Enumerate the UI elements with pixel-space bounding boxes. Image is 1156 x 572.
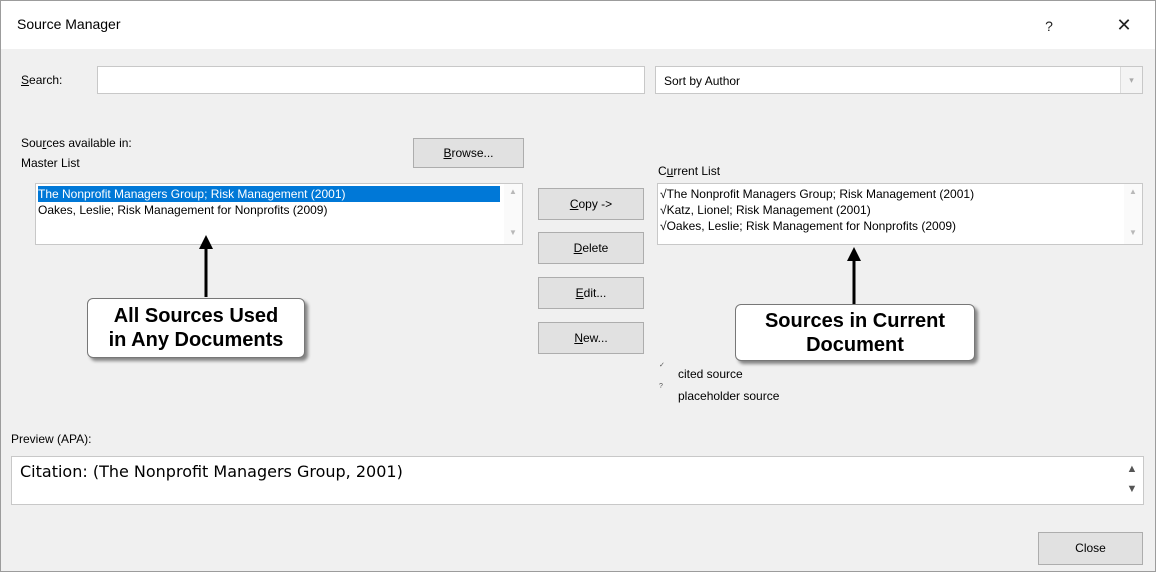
preview-label: Preview (APA): bbox=[11, 432, 92, 446]
master-list-scrollbar[interactable]: ▲ ▼ bbox=[504, 184, 522, 244]
current-list-scrollbar[interactable]: ▲ ▼ bbox=[1124, 184, 1142, 244]
delete-rest: elete bbox=[582, 241, 609, 255]
close-button[interactable]: Close bbox=[1038, 532, 1143, 565]
right-arrow-icon bbox=[847, 247, 861, 309]
legend-cited: cited source bbox=[678, 367, 743, 381]
master-list-item[interactable]: Oakes, Leslie; Risk Management for Nonpr… bbox=[38, 202, 327, 218]
scroll-down-icon[interactable]: ▼ bbox=[1121, 483, 1143, 495]
master-list-title: Master List bbox=[21, 156, 80, 170]
master-list[interactable]: The Nonprofit Managers Group; Risk Manag… bbox=[35, 183, 523, 245]
search-label-rest: earch: bbox=[29, 73, 63, 87]
copy-rest: opy -> bbox=[578, 197, 613, 211]
edit-accel: E bbox=[575, 286, 584, 300]
current-list-title: Current List bbox=[658, 164, 720, 178]
callout-right-line2: Document bbox=[806, 334, 904, 356]
scroll-up-icon[interactable]: ▲ bbox=[1121, 463, 1143, 475]
browse-button[interactable]: Browse... bbox=[413, 138, 524, 168]
copy-button[interactable]: Copy -> bbox=[538, 188, 644, 220]
sort-dropdown[interactable]: Sort by Author ▾ bbox=[655, 66, 1143, 94]
callout-current-sources: Sources in Current Document bbox=[735, 304, 975, 361]
new-button[interactable]: New... bbox=[538, 322, 644, 354]
delete-accel: D bbox=[573, 241, 583, 255]
edit-rest: dit... bbox=[583, 286, 607, 300]
search-label-accel: S bbox=[21, 73, 30, 87]
callout-left-line1: All Sources Used bbox=[113, 305, 279, 327]
current-list-item[interactable]: √Katz, Lionel; Risk Management (2001) bbox=[660, 202, 871, 218]
preview-text: Citation: (The Nonprofit Managers Group,… bbox=[20, 462, 403, 481]
current-list-item[interactable]: √Oakes, Leslie; Risk Management for Nonp… bbox=[660, 218, 956, 234]
scroll-down-icon[interactable]: ▼ bbox=[504, 228, 522, 237]
left-arrow-icon bbox=[199, 235, 213, 297]
placeholder-mark-icon: ? bbox=[659, 383, 663, 390]
current-title-prefix: C bbox=[658, 164, 667, 178]
legend-placeholder: placeholder source bbox=[678, 389, 780, 403]
chevron-down-icon[interactable]: ▾ bbox=[1120, 67, 1142, 93]
search-input[interactable] bbox=[97, 66, 645, 94]
current-list[interactable]: √The Nonprofit Managers Group; Risk Mana… bbox=[657, 183, 1143, 245]
current-title-rest: rrent List bbox=[673, 164, 721, 178]
callout-left-line2: in Any Documents bbox=[108, 329, 284, 351]
sort-selected-value: Sort by Author bbox=[664, 74, 741, 88]
new-rest: ew... bbox=[582, 331, 608, 345]
delete-button[interactable]: Delete bbox=[538, 232, 644, 264]
edit-button[interactable]: Edit... bbox=[538, 277, 644, 309]
callout-all-sources: All Sources Used in Any Documents bbox=[87, 298, 305, 358]
browse-rest: rowse... bbox=[451, 146, 494, 160]
scroll-up-icon[interactable]: ▲ bbox=[504, 187, 522, 196]
help-button[interactable]: ? bbox=[1034, 13, 1064, 39]
sources-available-rest: ces available in: bbox=[46, 136, 132, 150]
current-list-item[interactable]: √The Nonprofit Managers Group; Risk Mana… bbox=[660, 186, 974, 202]
browse-accel: B bbox=[443, 146, 452, 160]
preview-scrollbar[interactable]: ▲ ▼ bbox=[1121, 457, 1143, 504]
scroll-up-icon[interactable]: ▲ bbox=[1124, 187, 1142, 196]
search-label: Search: bbox=[21, 73, 62, 87]
new-accel: N bbox=[574, 331, 583, 345]
source-manager-dialog: Source Manager ? ✕ Search: Sort by Autho… bbox=[0, 0, 1156, 572]
master-list-item[interactable]: The Nonprofit Managers Group; Risk Manag… bbox=[38, 186, 500, 202]
sources-available-prefix: Sou bbox=[21, 136, 43, 150]
window-title: Source Manager bbox=[17, 16, 121, 32]
callout-right-line1: Sources in Current bbox=[764, 310, 946, 332]
title-bar: Source Manager ? ✕ bbox=[1, 1, 1155, 49]
cited-mark-icon: ✓ bbox=[659, 362, 665, 369]
close-window-icon[interactable]: ✕ bbox=[1107, 11, 1141, 39]
preview-box: Citation: (The Nonprofit Managers Group,… bbox=[11, 456, 1144, 505]
sources-available-label: Sources available in: bbox=[21, 136, 132, 150]
scroll-down-icon[interactable]: ▼ bbox=[1124, 228, 1142, 237]
